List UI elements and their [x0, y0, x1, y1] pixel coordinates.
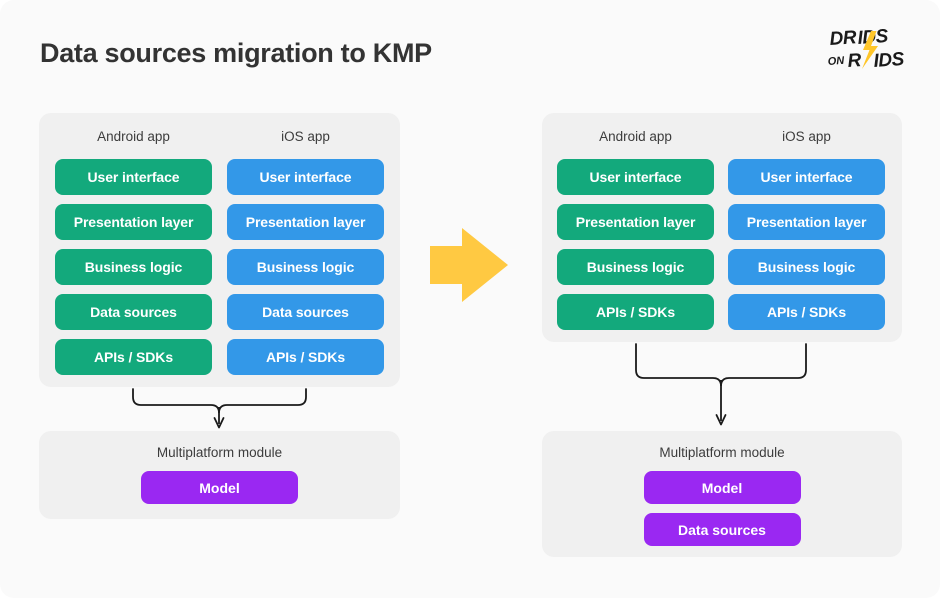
after-android-header: Android app: [599, 129, 672, 144]
layer-user-interface[interactable]: User interface: [728, 159, 885, 195]
layer-user-interface[interactable]: User interface: [227, 159, 384, 195]
layer-presentation-layer[interactable]: Presentation layer: [728, 204, 885, 240]
module-title: Multiplatform module: [156, 445, 283, 460]
layer-user-interface[interactable]: User interface: [557, 159, 714, 195]
layer-data-sources[interactable]: Data sources: [55, 294, 212, 330]
module-box-data-sources[interactable]: Data sources: [643, 513, 801, 546]
layer-business-logic[interactable]: Business logic: [557, 249, 714, 285]
layer-business-logic[interactable]: Business logic: [728, 249, 885, 285]
after-arrow-head-icon: [715, 414, 727, 426]
after-android-layers: User interface Presentation layer Busine…: [557, 159, 714, 330]
droids-on-roids-logo: DR IDS ON R IDS: [826, 24, 914, 74]
before-ios-header: iOS app: [281, 129, 330, 144]
layer-apis-sdks[interactable]: APIs / SDKs: [728, 294, 885, 330]
before-arrow-head-icon: [213, 417, 225, 429]
module-box-model[interactable]: Model: [141, 471, 298, 504]
svg-text:R: R: [847, 50, 862, 72]
before-brace-connector: [132, 388, 307, 414]
layer-business-logic[interactable]: Business logic: [227, 249, 384, 285]
after-brace-connector: [635, 343, 807, 387]
layer-presentation-layer[interactable]: Presentation layer: [227, 204, 384, 240]
svg-text:IDS: IDS: [873, 49, 905, 72]
layer-presentation-layer[interactable]: Presentation layer: [55, 204, 212, 240]
layer-user-interface[interactable]: User interface: [55, 159, 212, 195]
svg-text:ON: ON: [827, 55, 845, 68]
layer-data-sources[interactable]: Data sources: [227, 294, 384, 330]
after-ios-layers: User interface Presentation layer Busine…: [728, 159, 885, 330]
layer-apis-sdks[interactable]: APIs / SDKs: [55, 339, 212, 375]
svg-text:DR: DR: [829, 27, 858, 50]
before-ios-layers: User interface Presentation layer Busine…: [227, 159, 384, 375]
logo-icon: DR IDS ON R IDS: [827, 26, 905, 72]
diagram-canvas: Data sources migration to KMP DR IDS ON …: [0, 0, 940, 598]
module-box-list: Model Data sources: [542, 471, 902, 546]
before-multiplatform-module: Multiplatform module Model: [39, 431, 400, 519]
migration-arrow-icon: [430, 228, 508, 302]
layer-apis-sdks[interactable]: APIs / SDKs: [557, 294, 714, 330]
module-title: Multiplatform module: [659, 445, 785, 460]
layer-apis-sdks[interactable]: APIs / SDKs: [227, 339, 384, 375]
after-ios-header: iOS app: [782, 129, 831, 144]
module-box-model[interactable]: Model: [643, 471, 801, 504]
before-android-layers: User interface Presentation layer Busine…: [55, 159, 212, 375]
page-title: Data sources migration to KMP: [40, 38, 432, 68]
module-box-list: Model: [39, 471, 400, 504]
before-android-header: Android app: [97, 129, 170, 144]
layer-presentation-layer[interactable]: Presentation layer: [557, 204, 714, 240]
after-multiplatform-module: Multiplatform module Model Data sources: [542, 431, 902, 557]
layer-business-logic[interactable]: Business logic: [55, 249, 212, 285]
